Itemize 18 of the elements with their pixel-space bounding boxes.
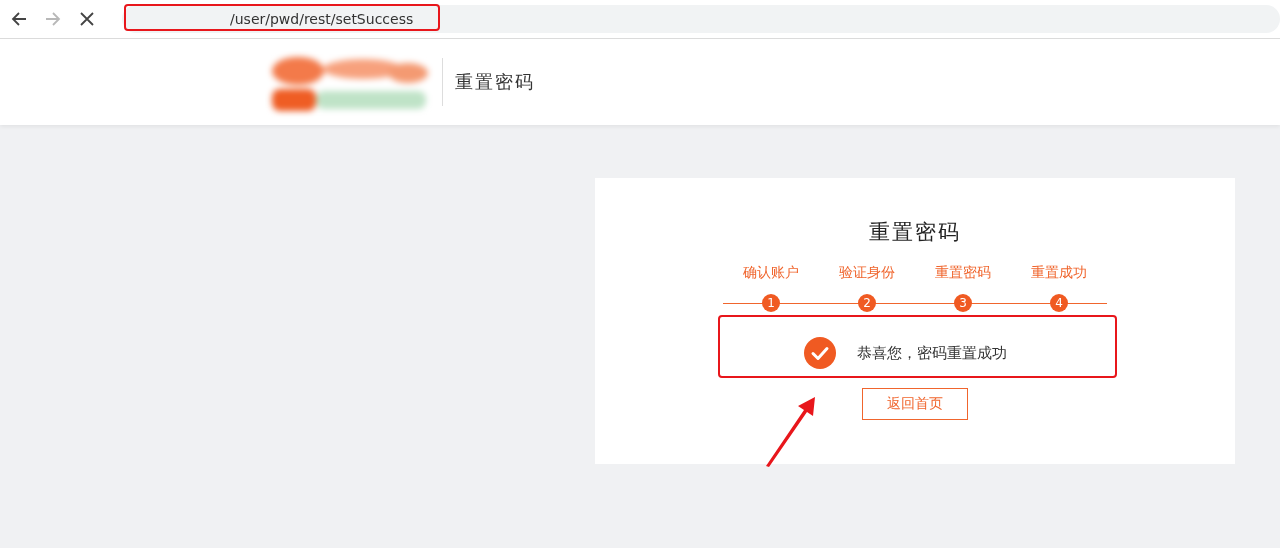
check-icon [803,337,836,369]
card-title: 重置密码 [869,219,961,246]
step-label: 确认账户 [743,264,799,282]
step-number: 1 [762,294,780,312]
url-text: /user/pwd/rest/setSuccess [230,11,414,27]
success-message: 恭喜您，密码重置成功 [856,343,1007,363]
step-number: 4 [1050,294,1068,312]
forward-arrow-icon [44,10,62,28]
step-number: 2 [858,294,876,312]
step-number: 3 [954,294,972,312]
header-title: 重置密码 [455,70,535,94]
back-arrow-icon [10,10,28,28]
address-bar[interactable]: /user/pwd/rest/setSuccess [122,5,1280,33]
step-label: 验证身份 [839,264,895,282]
close-icon [79,11,95,27]
step-label: 重置密码 [935,264,991,282]
arrow [764,396,818,468]
step-label: 重置成功 [1031,264,1087,282]
